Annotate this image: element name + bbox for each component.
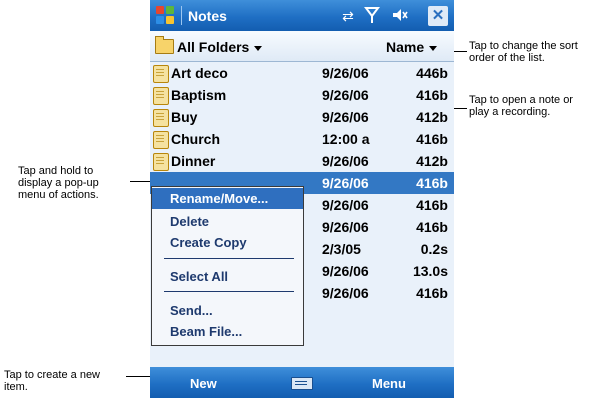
- callout-sort: Tap to change the sort order of the list…: [469, 40, 578, 64]
- list-item[interactable]: Baptism 9/26/06 416b: [150, 84, 454, 106]
- note-date: 9/26/06: [322, 175, 369, 191]
- menu-button[interactable]: Menu: [372, 376, 406, 391]
- folder-label: All Folders: [177, 39, 250, 55]
- note-size: 0.2s: [420, 241, 448, 257]
- chevron-down-icon: [429, 45, 438, 51]
- menu-item-beam-file[interactable]: Beam File...: [152, 321, 303, 342]
- menu-item-label: Rename/Move...: [170, 191, 269, 206]
- menu-item-label: Send...: [170, 303, 213, 318]
- folder-dropdown[interactable]: All Folders: [177, 39, 263, 55]
- sort-label: Name: [386, 39, 425, 55]
- note-icon: [153, 87, 169, 105]
- menu-separator: [164, 291, 294, 292]
- note-size: 416b: [416, 219, 448, 235]
- menu-item-label: Create Copy: [170, 235, 247, 250]
- note-date: 12:00 a: [322, 131, 370, 147]
- volume-icon[interactable]: [390, 6, 410, 26]
- keyboard-icon[interactable]: [291, 377, 313, 390]
- menu-item-label: Select All: [170, 269, 229, 284]
- note-name: Church: [171, 131, 220, 147]
- bottom-menu-bar: New Menu: [150, 367, 454, 398]
- list-header: All Folders Name: [150, 31, 454, 62]
- connectivity-icon[interactable]: ⇄: [338, 6, 358, 26]
- list-item[interactable]: Church 12:00 a 416b: [150, 128, 454, 150]
- callout-create: Tap to create a new item.: [4, 369, 101, 393]
- title-bar: Notes ⇄ ✕: [150, 0, 454, 31]
- note-name: Dinner: [171, 153, 216, 169]
- note-icon: [153, 65, 169, 83]
- note-date: 9/26/06: [322, 153, 369, 169]
- callout-open: Tap to open a note or play a recording.: [469, 94, 573, 118]
- title-separator: [181, 6, 182, 25]
- note-name: Buy: [171, 109, 198, 125]
- menu-item-create-copy[interactable]: Create Copy: [152, 232, 303, 253]
- note-date: 9/26/06: [322, 87, 369, 103]
- note-date: 9/26/06: [322, 65, 369, 81]
- note-icon: [153, 131, 169, 149]
- note-icon: [153, 153, 169, 171]
- callout-hold-line: [130, 181, 150, 182]
- app-title: Notes: [188, 8, 227, 24]
- menu-item-delete[interactable]: Delete: [152, 211, 303, 232]
- list-item[interactable]: Buy 9/26/06 412b: [150, 106, 454, 128]
- note-size: 416b: [416, 131, 448, 147]
- close-icon[interactable]: ✕: [428, 6, 448, 26]
- note-size: 416b: [416, 87, 448, 103]
- menu-item-rename-move[interactable]: Rename/Move...: [152, 188, 303, 209]
- sort-dropdown[interactable]: Name: [386, 39, 438, 55]
- chevron-down-icon: [254, 45, 263, 51]
- menu-item-select-all[interactable]: Select All: [152, 266, 303, 287]
- menu-separator: [164, 258, 294, 259]
- note-name: Baptism: [171, 87, 227, 103]
- windows-logo-icon[interactable]: [156, 6, 176, 26]
- note-size: 416b: [416, 197, 448, 213]
- menu-item-label: Beam File...: [170, 324, 243, 339]
- callout-create-line: [126, 376, 150, 377]
- note-date: 2/3/05: [322, 241, 361, 257]
- note-size: 416b: [416, 175, 448, 191]
- note-date: 9/26/06: [322, 109, 369, 125]
- callout-hold: Tap and hold to display a pop-up menu of…: [18, 165, 99, 201]
- note-size: 446b: [416, 65, 448, 81]
- note-size: 412b: [416, 109, 448, 125]
- folder-icon: [155, 36, 174, 54]
- signal-icon[interactable]: [362, 6, 382, 26]
- menu-item-send[interactable]: Send...: [152, 300, 303, 321]
- device-screen: Notes ⇄ ✕ All Folders Name Art deco 9/26…: [150, 0, 454, 398]
- note-date: 9/26/06: [322, 219, 369, 235]
- new-button[interactable]: New: [190, 376, 217, 391]
- note-date: 9/26/06: [322, 285, 369, 301]
- note-size: 416b: [416, 285, 448, 301]
- note-icon: [153, 109, 169, 127]
- note-size: 13.0s: [412, 263, 448, 279]
- note-date: 9/26/06: [322, 197, 369, 213]
- note-name: Art deco: [171, 65, 228, 81]
- menu-item-label: Delete: [170, 214, 210, 229]
- note-size: 412b: [416, 153, 448, 169]
- list-item[interactable]: Dinner 9/26/06 412b: [150, 150, 454, 172]
- note-date: 9/26/06: [322, 263, 369, 279]
- list-item[interactable]: Art deco 9/26/06 446b: [150, 62, 454, 84]
- context-menu: Rename/Move... Delete Create Copy Select…: [151, 186, 304, 346]
